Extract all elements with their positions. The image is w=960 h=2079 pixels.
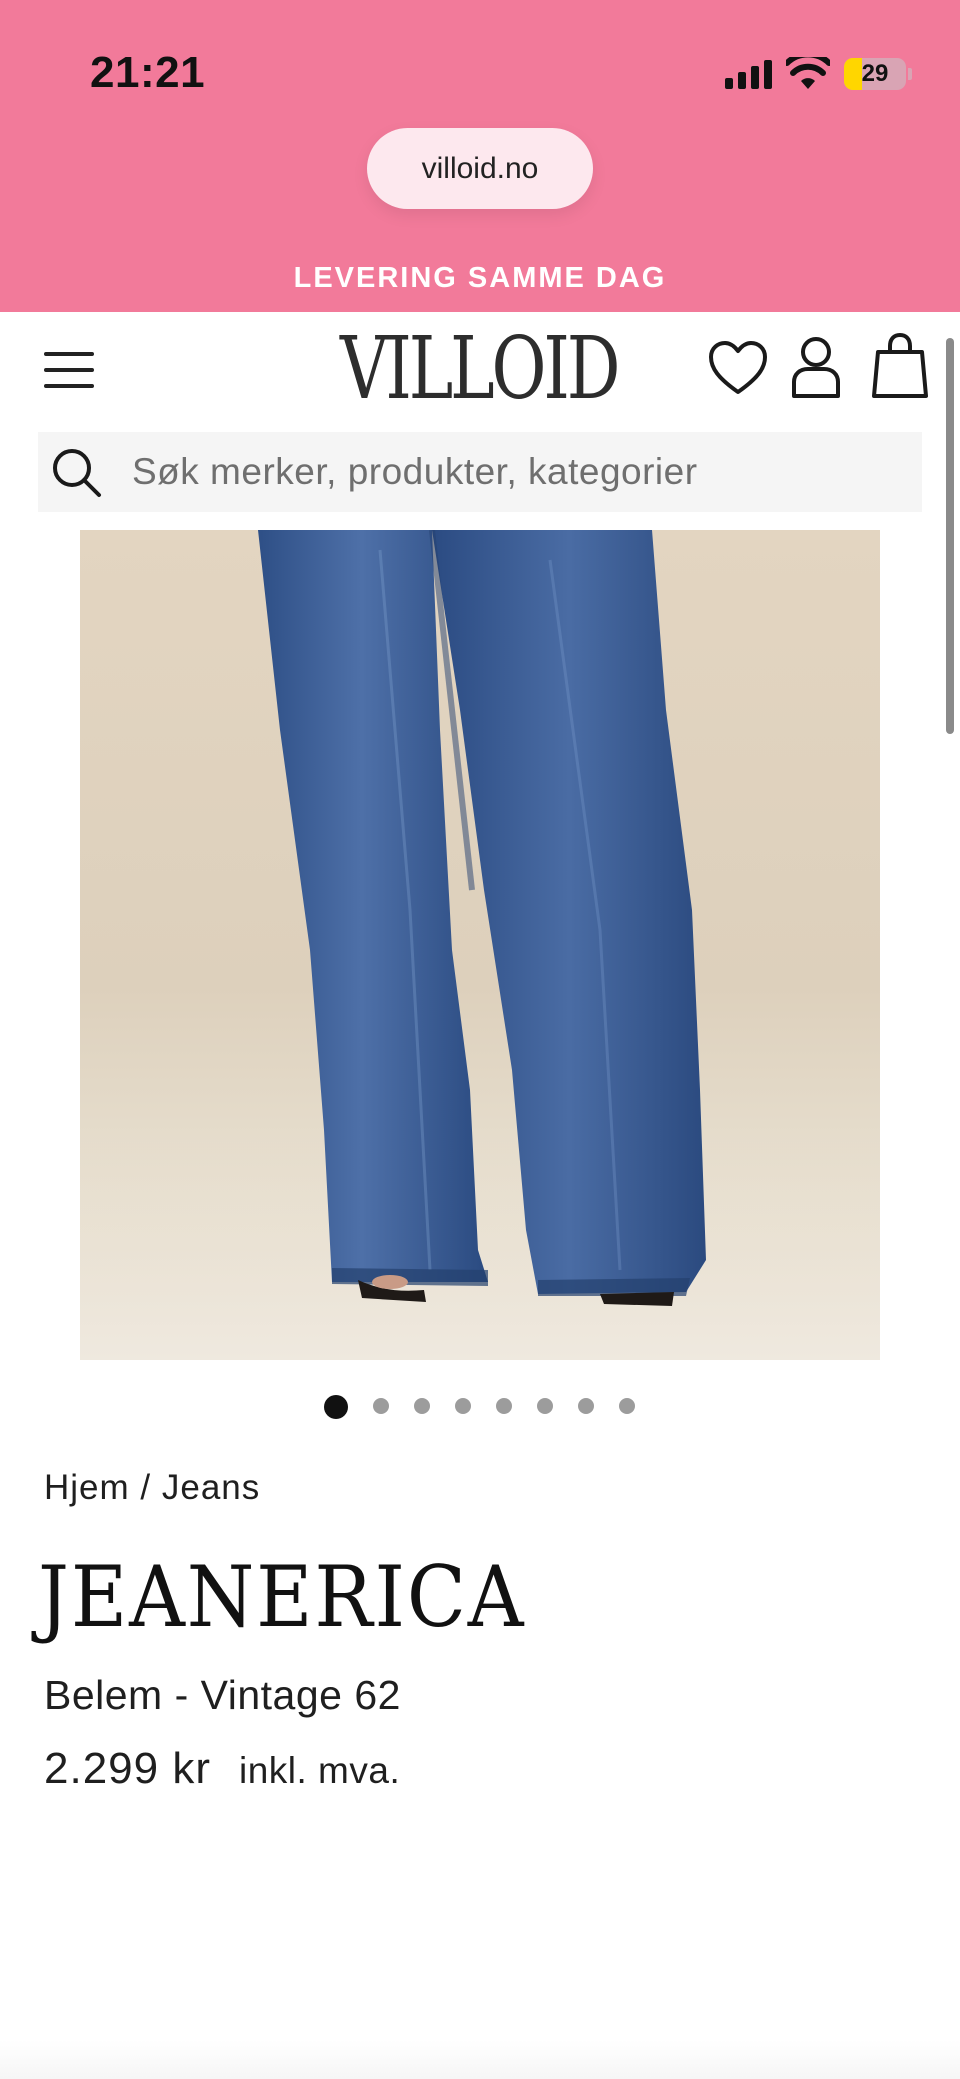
- battery-icon: 29: [844, 58, 906, 90]
- carousel-dot[interactable]: [373, 1398, 389, 1414]
- status-icons: 29: [725, 54, 912, 94]
- url-bar[interactable]: villoid.no: [367, 128, 593, 209]
- page-scrollbar[interactable]: [946, 338, 954, 734]
- product-price: 2.299 kr: [44, 1744, 211, 1793]
- search-input[interactable]: [130, 450, 894, 494]
- image-carousel-dots: [0, 1395, 960, 1419]
- heart-icon[interactable]: [708, 340, 768, 396]
- product-brand[interactable]: JEANERICA: [38, 1548, 525, 1646]
- user-icon[interactable]: [790, 334, 842, 400]
- product-image[interactable]: [80, 530, 880, 1360]
- cellular-signal-icon: [725, 59, 772, 89]
- jeans-photo: [80, 530, 880, 1360]
- breadcrumb-separator: /: [140, 1468, 162, 1507]
- menu-icon[interactable]: [44, 350, 94, 390]
- status-time: 21:21: [90, 48, 206, 97]
- site-logo[interactable]: VILLOID: [340, 326, 621, 412]
- search-bar: [38, 432, 922, 512]
- site-header: VILLOID: [0, 312, 960, 432]
- carousel-dot[interactable]: [324, 1395, 348, 1419]
- promo-banner-text[interactable]: LEVERING SAMME DAG: [0, 262, 960, 295]
- carousel-dot[interactable]: [496, 1398, 512, 1414]
- battery-level: 29: [861, 60, 889, 87]
- vat-note: inkl. mva.: [238, 1750, 401, 1791]
- product-name: Belem - Vintage 62: [44, 1672, 401, 1718]
- bottom-edge: [0, 2040, 960, 2079]
- carousel-dot[interactable]: [578, 1398, 594, 1414]
- battery-tip: [908, 68, 912, 80]
- breadcrumb-home[interactable]: Hjem: [44, 1468, 130, 1507]
- carousel-dot[interactable]: [414, 1398, 430, 1414]
- carousel-dot[interactable]: [619, 1398, 635, 1414]
- carousel-dot[interactable]: [537, 1398, 553, 1414]
- breadcrumb: Hjem / Jeans: [44, 1468, 260, 1508]
- price-row: 2.299 kr inkl. mva.: [44, 1744, 400, 1794]
- wifi-icon: [786, 57, 830, 89]
- search-icon[interactable]: [46, 442, 106, 502]
- carousel-dot[interactable]: [455, 1398, 471, 1414]
- shopping-bag-icon[interactable]: [870, 332, 930, 400]
- breadcrumb-jeans[interactable]: Jeans: [162, 1468, 260, 1507]
